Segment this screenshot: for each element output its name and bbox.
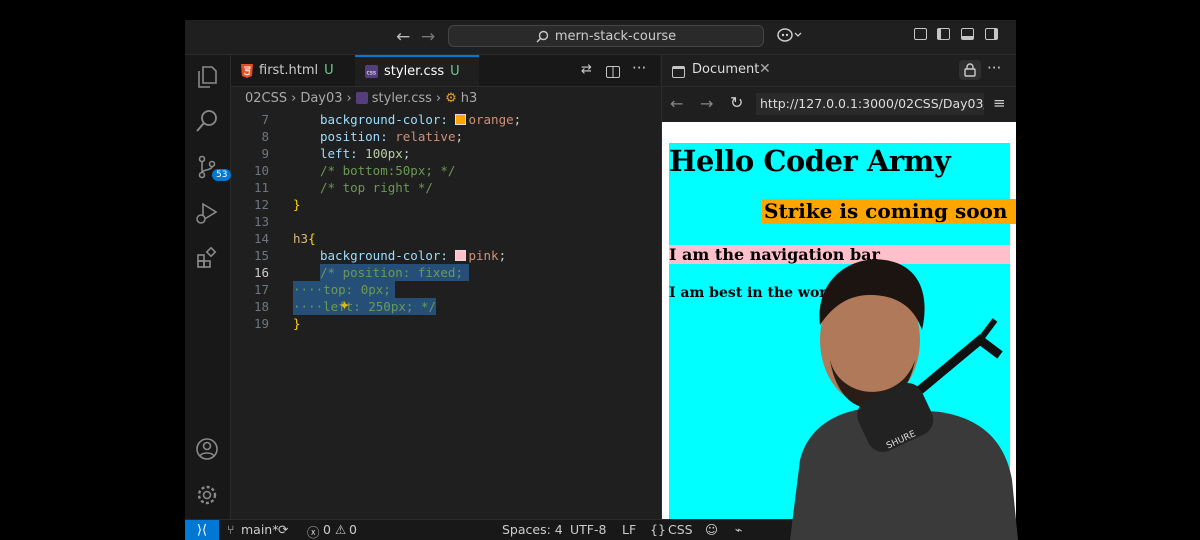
editor-tabs: first.html U css styler.css U ⇄ ··· <box>231 55 660 87</box>
breadcrumb-item[interactable]: Day03 <box>300 91 342 106</box>
code-area[interactable]: 7 background-color: orange; 8 position: re… <box>231 111 651 519</box>
command-center-search[interactable]: mern-stack-course <box>448 25 764 47</box>
tab-status: U <box>324 63 334 78</box>
indentation[interactable]: Spaces: 4 <box>502 522 563 537</box>
back-arrow-icon[interactable]: ← <box>670 94 683 113</box>
copilot-icon[interactable] <box>777 28 803 46</box>
chevron-right-icon: › <box>346 90 352 106</box>
css-icon <box>355 92 368 104</box>
tab-styler-css[interactable]: css styler.css U <box>355 55 479 86</box>
chevron-right-icon: › <box>435 90 442 106</box>
color-swatch[interactable] <box>455 250 467 261</box>
close-icon[interactable]: ✕ <box>759 61 771 77</box>
tab-label: styler.css <box>384 64 445 79</box>
reload-icon[interactable]: ↻ <box>730 93 743 112</box>
toggle-primary-sidebar-icon[interactable] <box>937 28 950 44</box>
search-icon <box>536 30 549 42</box>
html5-icon <box>241 63 253 78</box>
code-line: 8 position: relative; <box>261 129 464 144</box>
more-actions-icon[interactable]: ··· <box>987 59 1001 77</box>
split-editor-icon[interactable] <box>606 63 620 82</box>
editor-group: first.html U css styler.css U ⇄ ··· 02CS… <box>231 55 705 519</box>
sync-icon[interactable]: ⟳ <box>278 522 288 537</box>
sparkle-icon[interactable]: ✦ <box>339 299 350 314</box>
toggle-secondary-sidebar-icon[interactable] <box>985 28 998 44</box>
css-icon: css <box>365 65 378 78</box>
braces-icon: {} <box>650 522 666 537</box>
code-line: 10/* bottom:50px; */ <box>253 163 456 178</box>
remote-indicator-icon[interactable]: ⟩⟨ <box>185 520 219 540</box>
back-arrow-icon[interactable]: ← <box>396 27 410 47</box>
url-bar: ← → ↻ http://127.0.0.1:3000/02CSS/Day03/… <box>662 86 1016 122</box>
preview-tab-bar: Document ✕ ··· <box>662 55 1016 87</box>
search-view-icon[interactable] <box>194 108 220 134</box>
forward-arrow-icon[interactable]: → <box>700 94 713 113</box>
forward-arrow-icon[interactable]: → <box>421 27 435 47</box>
url-input[interactable]: http://127.0.0.1:3000/02CSS/Day03/first.… <box>756 93 984 115</box>
code-line: 15 background-color: pink; <box>253 248 507 263</box>
eol[interactable]: LF <box>622 522 636 537</box>
webcam-presenter: SHURE <box>790 259 1018 540</box>
explorer-icon[interactable] <box>194 64 220 90</box>
copilot-status-icon[interactable]: ☺ <box>705 522 718 537</box>
encoding[interactable]: UTF-8 <box>570 522 606 537</box>
more-actions-icon[interactable]: ··· <box>632 59 646 77</box>
code-line: 11/* top right */ <box>253 180 433 195</box>
code-line: 7 background-color: orange; <box>261 112 522 127</box>
code-line: 17 ····top: 0px; <box>231 281 651 298</box>
breadcrumb-item[interactable]: 02CSS <box>245 91 287 106</box>
source-control-icon[interactable]: 53 <box>194 154 232 181</box>
code-line: 14 h3{ <box>253 231 316 246</box>
symbol-class-icon: ⚙ <box>445 90 457 106</box>
breadcrumb-item[interactable]: h3 <box>461 91 478 106</box>
open-changes-icon[interactable]: ⇄ <box>581 62 592 77</box>
svg-text:css: css <box>367 70 377 77</box>
tab-status: U <box>450 64 460 79</box>
tab-label: first.html <box>259 63 319 78</box>
breadcrumb: 02CSS › Day03 › styler.css › ⚙ h3 <box>231 86 660 110</box>
branch-icon[interactable]: ⑂ <box>227 522 235 537</box>
lock-icon[interactable] <box>959 60 981 80</box>
color-swatch[interactable] <box>455 114 467 125</box>
title-bar: ← → mern-stack-course <box>185 20 1016 55</box>
preview-tab-label[interactable]: Document <box>692 62 759 77</box>
customize-layout-icon[interactable] <box>914 28 927 44</box>
page-heading: Hello Coder Army <box>669 144 951 178</box>
strike-banner: Strike is coming soon <box>762 199 1016 224</box>
code-line: 9 left: 100px; <box>261 146 411 161</box>
code-line: 18 ····left: 250px; */ <box>253 298 436 315</box>
account-icon[interactable] <box>194 436 220 462</box>
language-mode[interactable]: CSS <box>668 522 693 537</box>
activity-bar: 53 <box>185 55 232 519</box>
chevron-right-icon: › <box>291 90 297 106</box>
toggle-panel-icon[interactable] <box>961 28 974 44</box>
extensions-icon[interactable] <box>194 245 220 271</box>
settings-gear-icon[interactable] <box>194 482 220 508</box>
warning-count[interactable]: 0 <box>349 522 357 537</box>
code-line: 19} <box>253 316 301 331</box>
error-icon[interactable]: ⓧ <box>307 522 320 540</box>
breadcrumb-item[interactable]: styler.css <box>372 91 432 106</box>
code-line: 12} <box>253 197 301 212</box>
error-count[interactable]: 0 <box>323 522 331 537</box>
broadcast-icon[interactable]: ⌁ <box>735 522 743 537</box>
branch-name[interactable]: main* <box>241 522 278 537</box>
menu-icon[interactable]: ≡ <box>993 94 1006 112</box>
tab-first-html[interactable]: first.html U <box>231 55 355 86</box>
search-text: mern-stack-course <box>554 28 677 44</box>
code-line: 16/* position: fixed; <box>231 264 651 281</box>
source-control-badge: 53 <box>212 169 232 181</box>
warning-icon[interactable]: ⚠ <box>335 522 346 537</box>
browser-icon <box>672 63 685 82</box>
code-line: 13 <box>253 214 269 229</box>
run-debug-icon[interactable] <box>194 200 220 226</box>
